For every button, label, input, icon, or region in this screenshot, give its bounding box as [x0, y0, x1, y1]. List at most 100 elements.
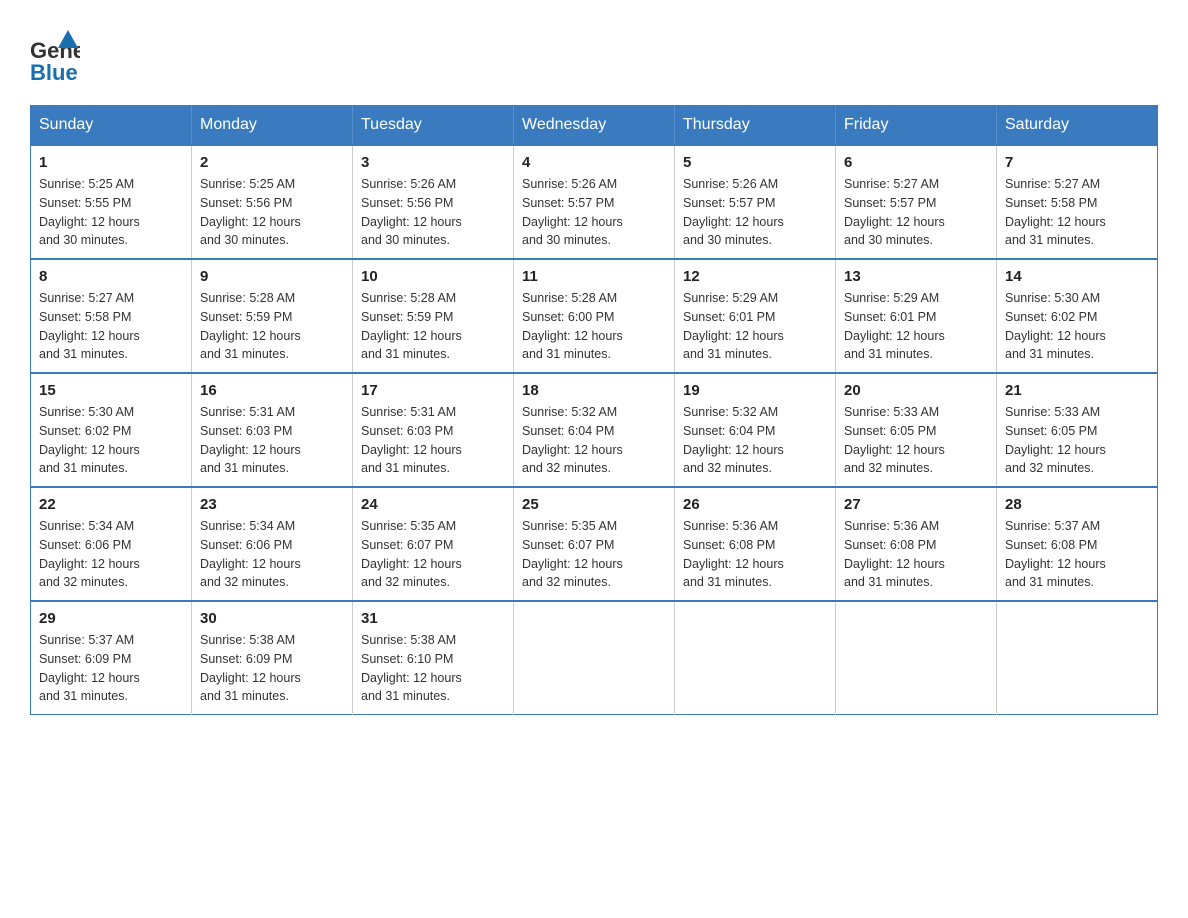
weekday-saturday: Saturday [997, 106, 1158, 146]
calendar-cell: 27 Sunrise: 5:36 AMSunset: 6:08 PMDaylig… [836, 487, 997, 601]
calendar-cell: 20 Sunrise: 5:33 AMSunset: 6:05 PMDaylig… [836, 373, 997, 487]
calendar-cell: 31 Sunrise: 5:38 AMSunset: 6:10 PMDaylig… [353, 601, 514, 715]
day-number: 18 [522, 382, 666, 399]
day-info: Sunrise: 5:33 AMSunset: 6:05 PMDaylight:… [844, 403, 988, 478]
day-number: 19 [683, 382, 827, 399]
calendar-cell: 13 Sunrise: 5:29 AMSunset: 6:01 PMDaylig… [836, 259, 997, 373]
day-number: 9 [200, 268, 344, 285]
calendar-cell: 8 Sunrise: 5:27 AMSunset: 5:58 PMDayligh… [31, 259, 192, 373]
weekday-wednesday: Wednesday [514, 106, 675, 146]
day-number: 3 [361, 154, 505, 171]
day-info: Sunrise: 5:36 AMSunset: 6:08 PMDaylight:… [844, 517, 988, 592]
day-info: Sunrise: 5:38 AMSunset: 6:09 PMDaylight:… [200, 631, 344, 706]
calendar-cell: 10 Sunrise: 5:28 AMSunset: 5:59 PMDaylig… [353, 259, 514, 373]
day-number: 16 [200, 382, 344, 399]
day-number: 28 [1005, 496, 1149, 513]
calendar-cell: 26 Sunrise: 5:36 AMSunset: 6:08 PMDaylig… [675, 487, 836, 601]
weekday-thursday: Thursday [675, 106, 836, 146]
week-row-2: 8 Sunrise: 5:27 AMSunset: 5:58 PMDayligh… [31, 259, 1158, 373]
day-number: 8 [39, 268, 183, 285]
weekday-tuesday: Tuesday [353, 106, 514, 146]
calendar-cell: 14 Sunrise: 5:30 AMSunset: 6:02 PMDaylig… [997, 259, 1158, 373]
day-info: Sunrise: 5:36 AMSunset: 6:08 PMDaylight:… [683, 517, 827, 592]
day-number: 26 [683, 496, 827, 513]
weekday-monday: Monday [192, 106, 353, 146]
weekday-friday: Friday [836, 106, 997, 146]
day-info: Sunrise: 5:27 AMSunset: 5:57 PMDaylight:… [844, 175, 988, 250]
day-info: Sunrise: 5:31 AMSunset: 6:03 PMDaylight:… [361, 403, 505, 478]
calendar-cell: 16 Sunrise: 5:31 AMSunset: 6:03 PMDaylig… [192, 373, 353, 487]
day-info: Sunrise: 5:31 AMSunset: 6:03 PMDaylight:… [200, 403, 344, 478]
calendar-cell: 12 Sunrise: 5:29 AMSunset: 6:01 PMDaylig… [675, 259, 836, 373]
weekday-sunday: Sunday [31, 106, 192, 146]
day-info: Sunrise: 5:32 AMSunset: 6:04 PMDaylight:… [522, 403, 666, 478]
day-info: Sunrise: 5:35 AMSunset: 6:07 PMDaylight:… [522, 517, 666, 592]
day-info: Sunrise: 5:26 AMSunset: 5:56 PMDaylight:… [361, 175, 505, 250]
day-number: 21 [1005, 382, 1149, 399]
logo: General Blue [30, 30, 80, 85]
day-number: 4 [522, 154, 666, 171]
calendar-cell: 9 Sunrise: 5:28 AMSunset: 5:59 PMDayligh… [192, 259, 353, 373]
day-info: Sunrise: 5:28 AMSunset: 5:59 PMDaylight:… [361, 289, 505, 364]
day-number: 7 [1005, 154, 1149, 171]
day-info: Sunrise: 5:30 AMSunset: 6:02 PMDaylight:… [39, 403, 183, 478]
day-number: 30 [200, 610, 344, 627]
day-info: Sunrise: 5:25 AMSunset: 5:55 PMDaylight:… [39, 175, 183, 250]
week-row-5: 29 Sunrise: 5:37 AMSunset: 6:09 PMDaylig… [31, 601, 1158, 715]
calendar-cell: 19 Sunrise: 5:32 AMSunset: 6:04 PMDaylig… [675, 373, 836, 487]
calendar-cell: 2 Sunrise: 5:25 AMSunset: 5:56 PMDayligh… [192, 145, 353, 259]
weekday-header-row: SundayMondayTuesdayWednesdayThursdayFrid… [31, 106, 1158, 146]
day-number: 25 [522, 496, 666, 513]
day-info: Sunrise: 5:26 AMSunset: 5:57 PMDaylight:… [522, 175, 666, 250]
day-info: Sunrise: 5:37 AMSunset: 6:09 PMDaylight:… [39, 631, 183, 706]
calendar-cell: 24 Sunrise: 5:35 AMSunset: 6:07 PMDaylig… [353, 487, 514, 601]
calendar-table: SundayMondayTuesdayWednesdayThursdayFrid… [30, 105, 1158, 715]
day-number: 22 [39, 496, 183, 513]
calendar-cell [836, 601, 997, 715]
calendar-cell: 18 Sunrise: 5:32 AMSunset: 6:04 PMDaylig… [514, 373, 675, 487]
calendar-cell: 3 Sunrise: 5:26 AMSunset: 5:56 PMDayligh… [353, 145, 514, 259]
day-number: 13 [844, 268, 988, 285]
calendar-cell: 4 Sunrise: 5:26 AMSunset: 5:57 PMDayligh… [514, 145, 675, 259]
day-info: Sunrise: 5:37 AMSunset: 6:08 PMDaylight:… [1005, 517, 1149, 592]
day-number: 2 [200, 154, 344, 171]
calendar-cell: 17 Sunrise: 5:31 AMSunset: 6:03 PMDaylig… [353, 373, 514, 487]
calendar-cell: 23 Sunrise: 5:34 AMSunset: 6:06 PMDaylig… [192, 487, 353, 601]
day-number: 5 [683, 154, 827, 171]
day-info: Sunrise: 5:29 AMSunset: 6:01 PMDaylight:… [844, 289, 988, 364]
calendar-cell [997, 601, 1158, 715]
calendar-cell: 6 Sunrise: 5:27 AMSunset: 5:57 PMDayligh… [836, 145, 997, 259]
calendar-cell: 25 Sunrise: 5:35 AMSunset: 6:07 PMDaylig… [514, 487, 675, 601]
day-info: Sunrise: 5:30 AMSunset: 6:02 PMDaylight:… [1005, 289, 1149, 364]
svg-text:Blue: Blue [30, 60, 78, 85]
day-number: 17 [361, 382, 505, 399]
day-number: 1 [39, 154, 183, 171]
day-info: Sunrise: 5:38 AMSunset: 6:10 PMDaylight:… [361, 631, 505, 706]
calendar-cell: 15 Sunrise: 5:30 AMSunset: 6:02 PMDaylig… [31, 373, 192, 487]
day-info: Sunrise: 5:33 AMSunset: 6:05 PMDaylight:… [1005, 403, 1149, 478]
day-number: 12 [683, 268, 827, 285]
day-info: Sunrise: 5:25 AMSunset: 5:56 PMDaylight:… [200, 175, 344, 250]
day-number: 29 [39, 610, 183, 627]
calendar-cell: 30 Sunrise: 5:38 AMSunset: 6:09 PMDaylig… [192, 601, 353, 715]
calendar-cell: 5 Sunrise: 5:26 AMSunset: 5:57 PMDayligh… [675, 145, 836, 259]
day-number: 20 [844, 382, 988, 399]
calendar-cell: 28 Sunrise: 5:37 AMSunset: 6:08 PMDaylig… [997, 487, 1158, 601]
day-number: 24 [361, 496, 505, 513]
calendar-cell: 7 Sunrise: 5:27 AMSunset: 5:58 PMDayligh… [997, 145, 1158, 259]
calendar-cell [675, 601, 836, 715]
day-info: Sunrise: 5:28 AMSunset: 5:59 PMDaylight:… [200, 289, 344, 364]
day-info: Sunrise: 5:32 AMSunset: 6:04 PMDaylight:… [683, 403, 827, 478]
calendar-cell: 11 Sunrise: 5:28 AMSunset: 6:00 PMDaylig… [514, 259, 675, 373]
day-info: Sunrise: 5:34 AMSunset: 6:06 PMDaylight:… [200, 517, 344, 592]
calendar-cell: 29 Sunrise: 5:37 AMSunset: 6:09 PMDaylig… [31, 601, 192, 715]
calendar-cell: 21 Sunrise: 5:33 AMSunset: 6:05 PMDaylig… [997, 373, 1158, 487]
day-number: 15 [39, 382, 183, 399]
calendar-cell: 1 Sunrise: 5:25 AMSunset: 5:55 PMDayligh… [31, 145, 192, 259]
day-info: Sunrise: 5:28 AMSunset: 6:00 PMDaylight:… [522, 289, 666, 364]
calendar-cell: 22 Sunrise: 5:34 AMSunset: 6:06 PMDaylig… [31, 487, 192, 601]
calendar-cell [514, 601, 675, 715]
day-info: Sunrise: 5:34 AMSunset: 6:06 PMDaylight:… [39, 517, 183, 592]
day-info: Sunrise: 5:27 AMSunset: 5:58 PMDaylight:… [39, 289, 183, 364]
day-number: 27 [844, 496, 988, 513]
